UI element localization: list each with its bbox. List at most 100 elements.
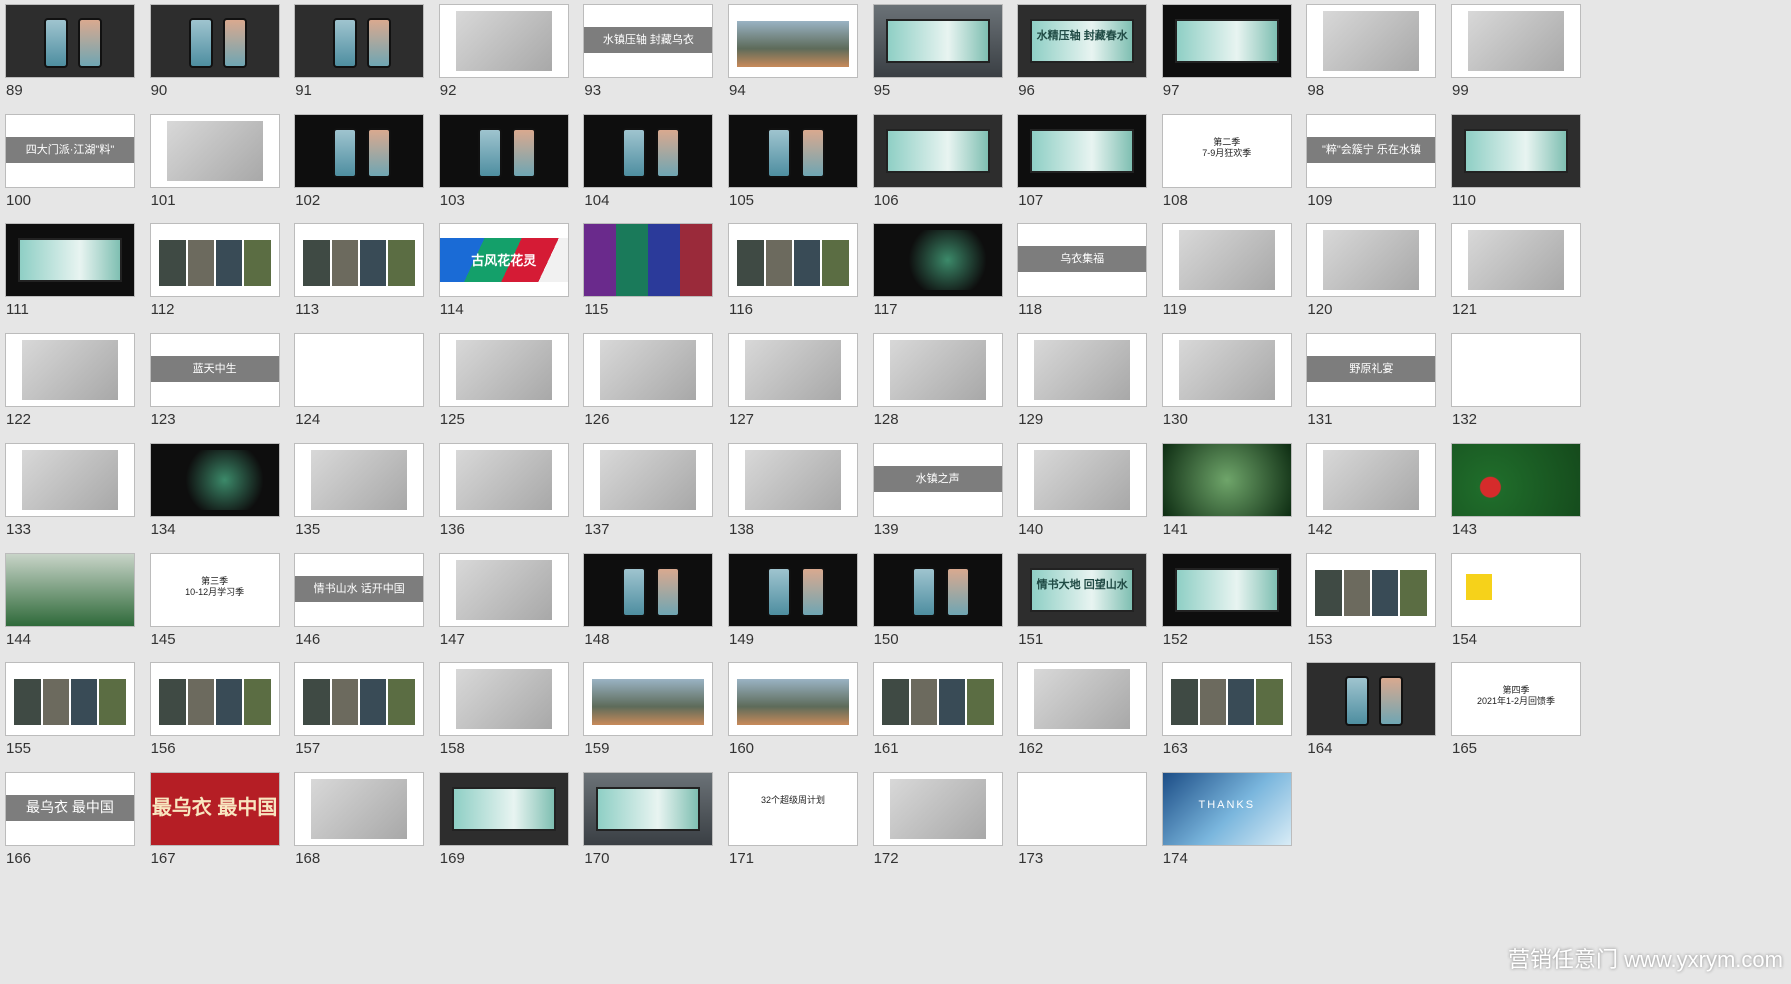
slide-thumbnail[interactable] xyxy=(5,4,135,78)
phone-mockup xyxy=(656,127,681,178)
slide-thumbnail[interactable] xyxy=(1306,662,1437,737)
slide-thumbnail[interactable]: 情书大地 回望山水 xyxy=(1017,552,1148,627)
slide-thumbnail[interactable] xyxy=(294,662,425,737)
section-title: 情书山水 话开中国 xyxy=(313,582,405,595)
slide-thumbnail[interactable] xyxy=(5,333,135,408)
section-title: 蓝天中生 xyxy=(192,363,237,376)
slide-thumbnail[interactable] xyxy=(5,223,135,298)
slide-thumbnail[interactable]: 水镇之声 xyxy=(872,442,1003,517)
slide-thumbnail[interactable] xyxy=(728,223,858,298)
slide-thumbnail[interactable] xyxy=(5,442,135,517)
slide-thumbnail[interactable] xyxy=(294,771,425,846)
slide-thumbnail[interactable] xyxy=(1017,662,1148,737)
slide-number: 142 xyxy=(1307,520,1333,538)
slide-thumbnail[interactable] xyxy=(1451,4,1581,78)
slide-thumbnail[interactable] xyxy=(1451,552,1581,627)
photo xyxy=(1323,230,1420,291)
slide-thumbnail[interactable]: 四大门派·江湖"料" xyxy=(5,113,135,188)
slide-thumbnail[interactable]: THANKS xyxy=(1161,771,1292,846)
slide-thumbnail[interactable] xyxy=(1161,662,1292,737)
slide-thumbnail[interactable] xyxy=(5,662,135,737)
slide-thumbnail[interactable] xyxy=(872,113,1003,188)
slide-thumbnail[interactable] xyxy=(583,662,714,737)
slide-thumbnail[interactable] xyxy=(149,113,280,188)
slide-thumbnail[interactable] xyxy=(294,223,425,298)
slide-thumbnail[interactable] xyxy=(1306,442,1437,517)
slide-thumbnail[interactable] xyxy=(1017,113,1148,188)
slide-thumbnail[interactable] xyxy=(583,223,714,298)
slide-thumbnail[interactable] xyxy=(728,4,858,78)
slide-thumbnail[interactable] xyxy=(5,552,135,627)
slide-number: 165 xyxy=(1452,740,1478,758)
slide-thumbnail[interactable] xyxy=(1306,223,1437,298)
banner-text: 水精压轴 封藏春水 xyxy=(1036,30,1128,42)
slide-cell: 99 xyxy=(1451,4,1581,99)
slide-cell: 157 xyxy=(294,662,425,757)
slide-thumbnail[interactable]: 乌衣集福 xyxy=(1017,223,1148,298)
slide-thumbnail[interactable] xyxy=(1161,333,1292,408)
slide-thumbnail[interactable]: 古风花花灵 xyxy=(438,223,569,298)
slide-thumbnail[interactable] xyxy=(1451,333,1581,408)
slide-thumbnail[interactable] xyxy=(438,442,569,517)
slide-thumbnail[interactable] xyxy=(438,4,569,78)
slide-thumbnail[interactable] xyxy=(294,333,425,408)
slide-thumbnail[interactable]: 水镇压轴 封藏乌衣 xyxy=(583,4,714,78)
slide-thumbnail[interactable] xyxy=(728,333,858,408)
slide-thumbnail[interactable] xyxy=(438,771,569,846)
slide-thumbnail[interactable] xyxy=(438,552,569,627)
photo xyxy=(455,449,552,510)
slide-thumbnail[interactable] xyxy=(872,333,1003,408)
slide-thumbnail[interactable] xyxy=(1306,4,1437,78)
slide-thumbnail[interactable] xyxy=(1161,442,1292,517)
slide-thumbnail[interactable] xyxy=(438,113,569,188)
slide-thumbnail[interactable] xyxy=(872,552,1003,627)
slide-thumbnail[interactable] xyxy=(1161,223,1292,298)
slide-thumbnail[interactable]: "粹"会簇宁 乐在水镇 xyxy=(1306,113,1437,188)
slide-thumbnail[interactable]: 水精压轴 封藏春水 xyxy=(1017,4,1148,78)
slide-thumbnail[interactable] xyxy=(872,662,1003,737)
slide-thumbnail[interactable] xyxy=(872,771,1003,846)
slide-thumbnail[interactable] xyxy=(1451,442,1581,517)
slide-cell: 125 xyxy=(438,333,569,428)
slide-thumbnail[interactable] xyxy=(1017,442,1148,517)
slide-thumbnail[interactable] xyxy=(294,442,425,517)
slide-thumbnail[interactable] xyxy=(149,223,280,298)
slide-number: 162 xyxy=(1018,740,1044,758)
slide-cell: 97 xyxy=(1161,4,1292,99)
slide-thumbnail[interactable] xyxy=(1161,552,1292,627)
slide-thumbnail[interactable]: 情书山水 话开中国 xyxy=(294,552,425,627)
slide-thumbnail[interactable]: 野原礼宴 xyxy=(1306,333,1437,408)
slide-thumbnail[interactable] xyxy=(583,113,714,188)
slide-thumbnail[interactable] xyxy=(438,333,569,408)
slide-thumbnail[interactable] xyxy=(149,4,280,78)
slide-thumbnail[interactable] xyxy=(294,113,425,188)
slide-thumbnail[interactable] xyxy=(872,4,1003,78)
slide-thumbnail[interactable] xyxy=(872,223,1003,298)
slide-thumbnail[interactable]: 32个超级周计划 xyxy=(728,771,858,846)
slide-thumbnail[interactable] xyxy=(149,442,280,517)
slide-thumbnail[interactable]: 最乌衣 最中国 xyxy=(5,771,135,846)
slide-thumbnail[interactable]: 第三季 10-12月学习季 xyxy=(149,552,280,627)
slide-thumbnail[interactable] xyxy=(294,4,425,78)
slide-thumbnail[interactable] xyxy=(1161,4,1292,78)
slide-thumbnail[interactable]: 第二季 7-9月狂欢季 xyxy=(1161,113,1292,188)
slide-thumbnail[interactable] xyxy=(1451,223,1581,298)
slide-thumbnail[interactable] xyxy=(1017,333,1148,408)
slide-thumbnail[interactable] xyxy=(728,442,858,517)
slide-thumbnail[interactable] xyxy=(583,333,714,408)
slide-thumbnail[interactable]: 最乌衣 最中国 xyxy=(149,771,280,846)
slide-thumbnail[interactable] xyxy=(583,771,714,846)
slide-thumbnail[interactable] xyxy=(1306,552,1437,627)
slide-thumbnail[interactable] xyxy=(728,662,858,737)
slide-thumbnail[interactable]: 蓝天中生 xyxy=(149,333,280,408)
slide-thumbnail[interactable] xyxy=(149,662,280,737)
slide-thumbnail[interactable] xyxy=(1451,113,1581,188)
slide-thumbnail[interactable] xyxy=(583,552,714,627)
slide-thumbnail[interactable] xyxy=(438,662,569,737)
slide-thumbnail[interactable]: 第四季 2021年1-2月回馈季 xyxy=(1451,662,1581,737)
slide-thumbnail[interactable] xyxy=(728,552,858,627)
slide-thumbnail[interactable] xyxy=(1017,771,1148,846)
slide-thumbnail[interactable] xyxy=(583,442,714,517)
slide-cell: 89 xyxy=(5,4,135,99)
slide-thumbnail[interactable] xyxy=(728,113,858,188)
